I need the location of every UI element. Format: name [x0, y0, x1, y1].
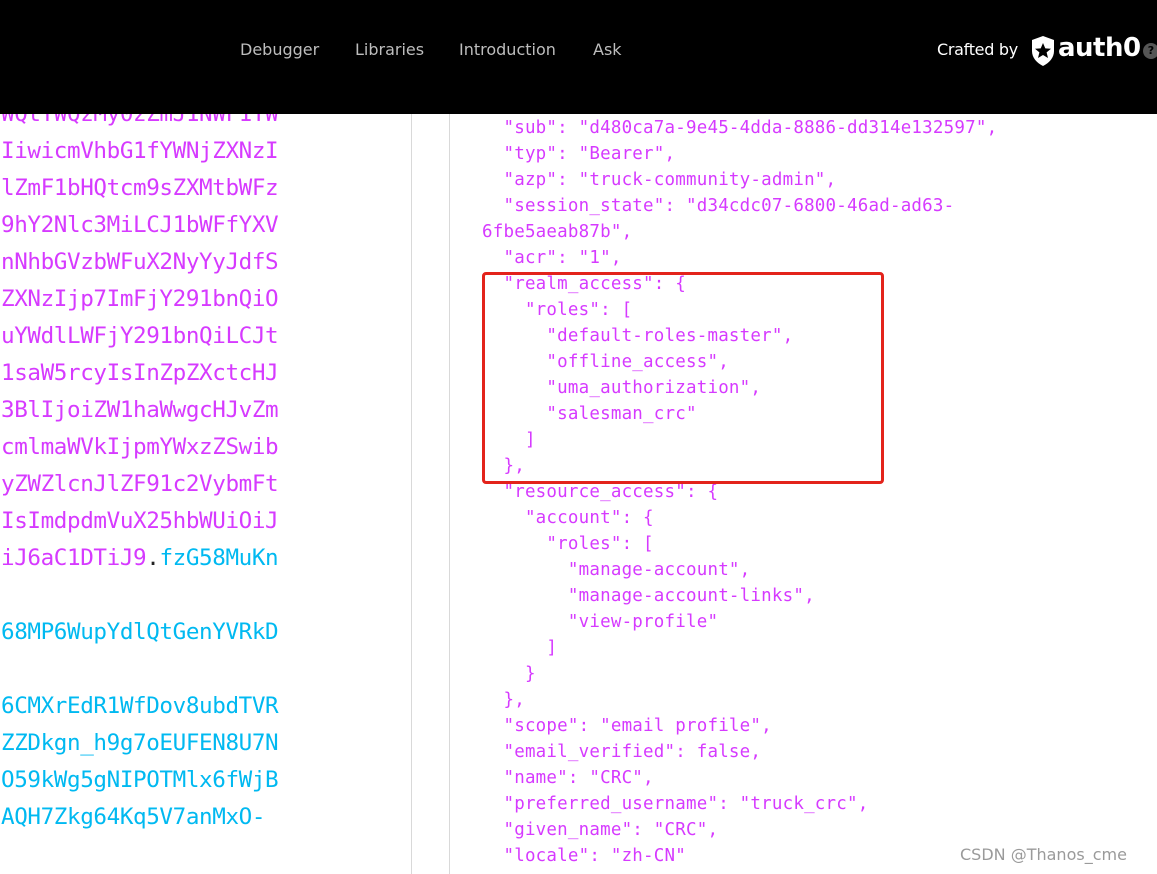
nav-link-libraries[interactable]: Libraries: [355, 40, 424, 59]
payload-json-line: "session_state": "d34cdc07-6800-46ad-ad6…: [482, 196, 955, 216]
payload-json-line: }: [482, 664, 536, 684]
crafted-by-label: Crafted by: [937, 40, 1018, 59]
payload-json-line: "preferred_username": "truck_crc",: [482, 794, 869, 814]
payload-json-line: "typ": "Bearer",: [482, 144, 676, 164]
realm-access-highlight-box: [482, 272, 884, 484]
payload-json-line: "scope": "email profile",: [482, 716, 772, 736]
auth0-logo-wordmark[interactable]: auth0: [1058, 33, 1141, 63]
payload-json-line: "manage-account",: [482, 560, 751, 580]
payload-json-line: 6fbe5aeab87b",: [482, 222, 633, 242]
nav-link-debugger[interactable]: Debugger: [240, 40, 319, 59]
payload-json-line: "locale": "zh-CN": [482, 846, 686, 866]
nav-link-introduction[interactable]: Introduction: [459, 40, 556, 59]
payload-json-line: "resource_access": {: [482, 482, 719, 502]
payload-json-line: "sub": "d480ca7a-9e45-4dda-8886-dd314e13…: [482, 118, 998, 138]
payload-json-line: "name": "CRC",: [482, 768, 654, 788]
payload-json-line: "email_verified": false,: [482, 742, 762, 762]
watermark: CSDN @Thanos_cme: [960, 845, 1127, 864]
payload-json-line: "given_name": "CRC",: [482, 820, 719, 840]
auth0-star-shield-icon[interactable]: [1029, 35, 1057, 67]
payload-json-line: },: [482, 690, 525, 710]
payload-json-line: "acr": "1",: [482, 248, 622, 268]
payload-json-line: "account": {: [482, 508, 654, 528]
top-navbar: Debugger Libraries Introduction Ask Craf…: [0, 0, 1157, 114]
payload-json-line: "roles": [: [482, 534, 654, 554]
payload-json-line: "manage-account-links",: [482, 586, 815, 606]
payload-json-line: "view-profile": [482, 612, 719, 632]
nav-link-ask[interactable]: Ask: [593, 40, 622, 59]
question-circle-icon[interactable]: ?: [1143, 43, 1157, 59]
payload-json-line: ]: [482, 638, 558, 658]
payload-json-line: "azp": "truck-community-admin",: [482, 170, 837, 190]
